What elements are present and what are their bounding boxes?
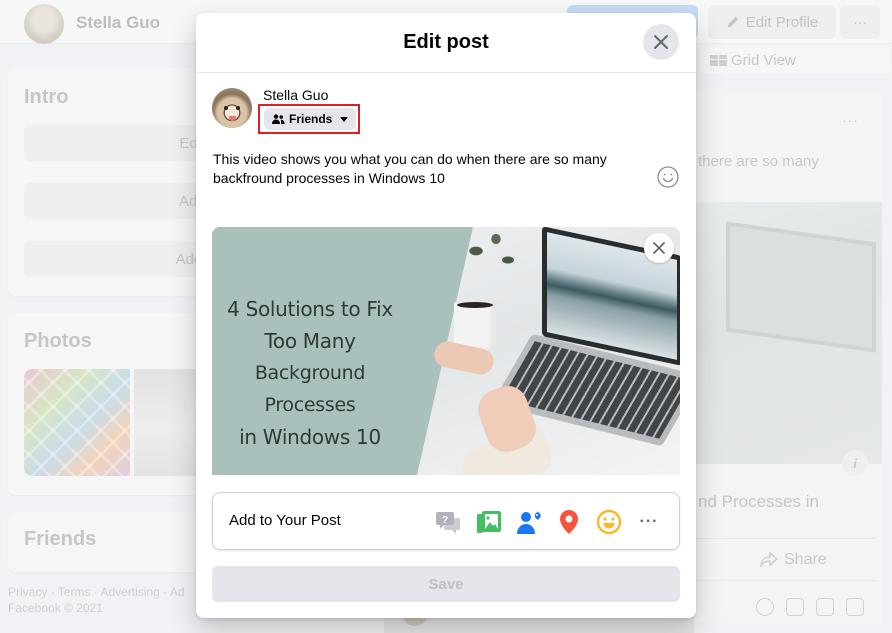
friends-title: Friends bbox=[24, 528, 97, 550]
comment-tools bbox=[756, 598, 864, 616]
share-label: Share bbox=[784, 551, 827, 568]
dialog-header: Edit post bbox=[196, 13, 696, 73]
post-link-image[interactable] bbox=[696, 202, 882, 464]
footer-copyright: Facebook © 2021 bbox=[8, 601, 103, 615]
remove-attachment-button[interactable] bbox=[644, 233, 674, 263]
post-more-button[interactable]: ··· bbox=[842, 112, 859, 128]
grid-icon bbox=[710, 54, 727, 66]
photo-thumbnail[interactable] bbox=[24, 369, 130, 476]
photos-title: Photos bbox=[24, 330, 92, 352]
share-button[interactable]: Share bbox=[760, 551, 827, 569]
question-bubble-icon[interactable]: ? bbox=[435, 508, 463, 536]
preview-overlay-text: 4 Solutions to Fix Too Many Background P… bbox=[212, 293, 408, 453]
emoji-picker-icon[interactable] bbox=[656, 165, 680, 189]
tag-people-icon[interactable] bbox=[515, 508, 543, 536]
save-button[interactable]: Save bbox=[212, 566, 680, 602]
profile-name[interactable]: Stella Guo bbox=[76, 13, 160, 33]
link-preview-image: 4 Solutions to Fix Too Many Background P… bbox=[212, 227, 680, 475]
sticker-icon[interactable] bbox=[846, 598, 864, 616]
overlay-line: Too Many bbox=[264, 329, 356, 353]
footer-link-row[interactable]: Privacy · Terms · Advertising · Ad bbox=[8, 584, 185, 600]
close-icon bbox=[653, 242, 665, 254]
footer-links: Privacy · Terms · Advertising · Ad Faceb… bbox=[8, 584, 185, 616]
post-text-input[interactable]: This video shows you what you can do whe… bbox=[213, 150, 633, 188]
comment-area bbox=[384, 617, 694, 633]
add-to-post-icons: ? ··· bbox=[435, 508, 663, 536]
profile-avatar[interactable] bbox=[24, 4, 64, 44]
dialog-title: Edit post bbox=[403, 31, 489, 53]
intro-title: Intro bbox=[24, 86, 69, 108]
author-name[interactable]: Stella Guo bbox=[263, 87, 328, 103]
edit-profile-button[interactable]: Edit Profile bbox=[708, 5, 836, 39]
emoji-icon[interactable] bbox=[756, 598, 774, 616]
overlay-line: 4 Solutions to Fix bbox=[227, 297, 393, 321]
more-icon[interactable]: ··· bbox=[635, 508, 663, 536]
feeling-icon[interactable] bbox=[595, 508, 623, 536]
profile-more-button[interactable]: ··· bbox=[840, 5, 880, 39]
share-icon bbox=[760, 552, 778, 568]
gif-icon[interactable] bbox=[816, 598, 834, 616]
post-link-title-fragment[interactable]: nd Processes in bbox=[698, 492, 819, 512]
divider bbox=[696, 538, 876, 539]
svg-text:?: ? bbox=[442, 515, 448, 526]
annotation-highlight-box bbox=[258, 104, 360, 134]
check-in-icon[interactable] bbox=[555, 508, 583, 536]
edit-profile-label: Edit Profile bbox=[745, 13, 819, 31]
add-to-post-bar: Add to Your Post ? ··· bbox=[212, 492, 680, 550]
overlay-line: in Windows 10 bbox=[239, 425, 381, 449]
close-icon bbox=[654, 35, 668, 49]
camera-icon[interactable] bbox=[786, 598, 804, 616]
photo-video-icon[interactable] bbox=[475, 508, 503, 536]
info-icon[interactable]: i bbox=[842, 450, 868, 476]
grid-view-label: Grid View bbox=[731, 51, 796, 69]
overlay-line: Background Processes bbox=[254, 362, 366, 416]
post-text-fragment: there are so many bbox=[698, 153, 819, 170]
author-avatar[interactable] bbox=[212, 88, 252, 128]
cup-illustration bbox=[454, 302, 496, 350]
close-dialog-button[interactable] bbox=[643, 24, 679, 60]
grid-view-tab[interactable]: Grid View bbox=[700, 46, 890, 74]
divider bbox=[696, 580, 876, 581]
add-to-post-label: Add to Your Post bbox=[229, 512, 341, 529]
plant-illustration bbox=[452, 227, 532, 287]
pencil-icon bbox=[727, 16, 738, 28]
photo-thumbnail[interactable] bbox=[134, 369, 196, 476]
more-options-label: ··· bbox=[639, 513, 659, 530]
